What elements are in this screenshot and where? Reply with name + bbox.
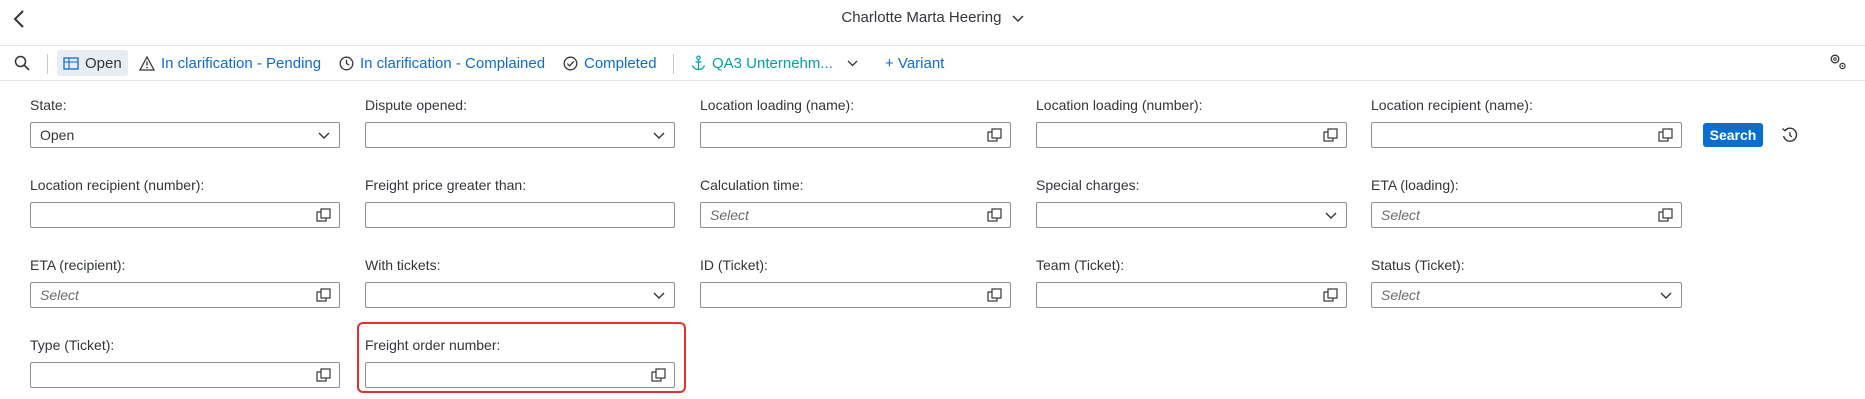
check-circle-icon <box>563 56 578 70</box>
tab-completed[interactable]: Completed <box>563 50 657 76</box>
highlight-box <box>357 322 686 393</box>
value-help-icon[interactable] <box>1658 128 1673 143</box>
status-ticket-label: Status (Ticket): <box>1371 257 1465 273</box>
value-help-icon[interactable] <box>987 128 1002 143</box>
eta-recipient-input[interactable]: Select <box>30 282 340 308</box>
dispute-opened-select[interactable] <box>365 122 675 148</box>
value-help-icon[interactable] <box>1323 128 1338 143</box>
chevron-down-icon <box>653 292 665 299</box>
eta-loading-label: ETA (loading): <box>1371 177 1459 193</box>
tab-completed-label: Completed <box>584 54 657 72</box>
value-help-icon[interactable] <box>1658 208 1673 223</box>
variant-selector-label: QA3 Unternehm... <box>712 54 833 72</box>
id-ticket-label: ID (Ticket): <box>700 257 768 273</box>
location-recipient-name-label: Location recipient (name): <box>1371 97 1533 113</box>
type-ticket-input[interactable] <box>30 362 340 388</box>
filter-toolbar: Open In clarification - Pending In clari… <box>0 45 1865 81</box>
tab-open[interactable]: Open <box>57 50 128 76</box>
toolbar-divider <box>47 54 48 74</box>
with-tickets-label: With tickets: <box>365 257 441 273</box>
add-variant-label: + Variant <box>885 54 945 72</box>
tab-pending-label: In clarification - Pending <box>161 54 322 72</box>
location-recipient-name-input[interactable] <box>1371 122 1682 148</box>
location-loading-number-input[interactable] <box>1036 122 1347 148</box>
value-help-icon[interactable] <box>316 368 331 383</box>
location-recipient-number-input[interactable] <box>30 202 340 228</box>
location-recipient-number-label: Location recipient (number): <box>30 177 205 193</box>
id-ticket-input[interactable] <box>700 282 1011 308</box>
location-loading-number-label: Location loading (number): <box>1036 97 1203 113</box>
chevron-down-icon <box>1012 10 1024 27</box>
special-charges-select[interactable] <box>1036 202 1347 228</box>
state-select[interactable]: Open <box>30 122 340 148</box>
reset-icon[interactable] <box>1781 126 1799 144</box>
tab-complained-label: In clarification - Complained <box>360 54 546 72</box>
page-title: Charlotte Marta Heering <box>841 9 1002 26</box>
calculation-time-label: Calculation time: <box>700 177 804 193</box>
chevron-down-icon <box>847 60 858 66</box>
calculation-time-placeholder: Select <box>710 207 749 223</box>
value-help-icon[interactable] <box>987 288 1002 303</box>
page-title-selector[interactable]: Charlotte Marta Heering <box>0 9 1865 27</box>
with-tickets-select[interactable] <box>365 282 675 308</box>
anchor-icon <box>691 55 706 71</box>
dispute-opened-label: Dispute opened: <box>365 97 467 113</box>
state-value: Open <box>40 127 75 143</box>
variant-selector[interactable]: QA3 Unternehm... <box>691 50 858 76</box>
box-icon <box>63 57 79 70</box>
eta-loading-input[interactable]: Select <box>1371 202 1682 228</box>
location-loading-name-input[interactable] <box>700 122 1011 148</box>
state-label: State: <box>30 97 67 113</box>
search-button[interactable]: Search <box>1703 123 1763 147</box>
add-variant-button[interactable]: + Variant <box>885 50 944 76</box>
team-ticket-input[interactable] <box>1036 282 1347 308</box>
tab-in-clarification-pending[interactable]: In clarification - Pending <box>139 50 321 76</box>
status-ticket-placeholder: Select <box>1381 287 1420 303</box>
chevron-down-icon <box>653 132 665 139</box>
chevron-down-icon <box>318 132 330 139</box>
settings-icon[interactable] <box>1828 52 1848 72</box>
team-ticket-label: Team (Ticket): <box>1036 257 1125 273</box>
special-charges-label: Special charges: <box>1036 177 1140 193</box>
eta-recipient-label: ETA (recipient): <box>30 257 126 273</box>
eta-loading-placeholder: Select <box>1381 207 1420 223</box>
freight-price-input[interactable] <box>365 202 675 228</box>
clock-icon <box>339 56 354 70</box>
status-ticket-select[interactable]: Select <box>1371 282 1682 308</box>
location-loading-name-label: Location loading (name): <box>700 97 855 113</box>
chevron-down-icon <box>1325 212 1337 219</box>
search-icon[interactable] <box>14 50 36 76</box>
freight-price-label: Freight price greater than: <box>365 177 527 193</box>
value-help-icon[interactable] <box>316 208 331 223</box>
value-help-icon[interactable] <box>316 288 331 303</box>
header-bar: Charlotte Marta Heering <box>0 0 1865 38</box>
eta-recipient-placeholder: Select <box>40 287 79 303</box>
warning-icon <box>139 55 155 71</box>
value-help-icon[interactable] <box>987 208 1002 223</box>
toolbar-divider <box>673 54 674 74</box>
type-ticket-label: Type (Ticket): <box>30 337 115 353</box>
tab-open-label: Open <box>85 54 122 72</box>
chevron-down-icon <box>1660 292 1672 299</box>
filter-bar: State: Open Dispute opened: Location loa… <box>0 82 1865 399</box>
value-help-icon[interactable] <box>1323 288 1338 303</box>
calculation-time-input[interactable]: Select <box>700 202 1011 228</box>
tab-in-clarification-complained[interactable]: In clarification - Complained <box>339 50 545 76</box>
